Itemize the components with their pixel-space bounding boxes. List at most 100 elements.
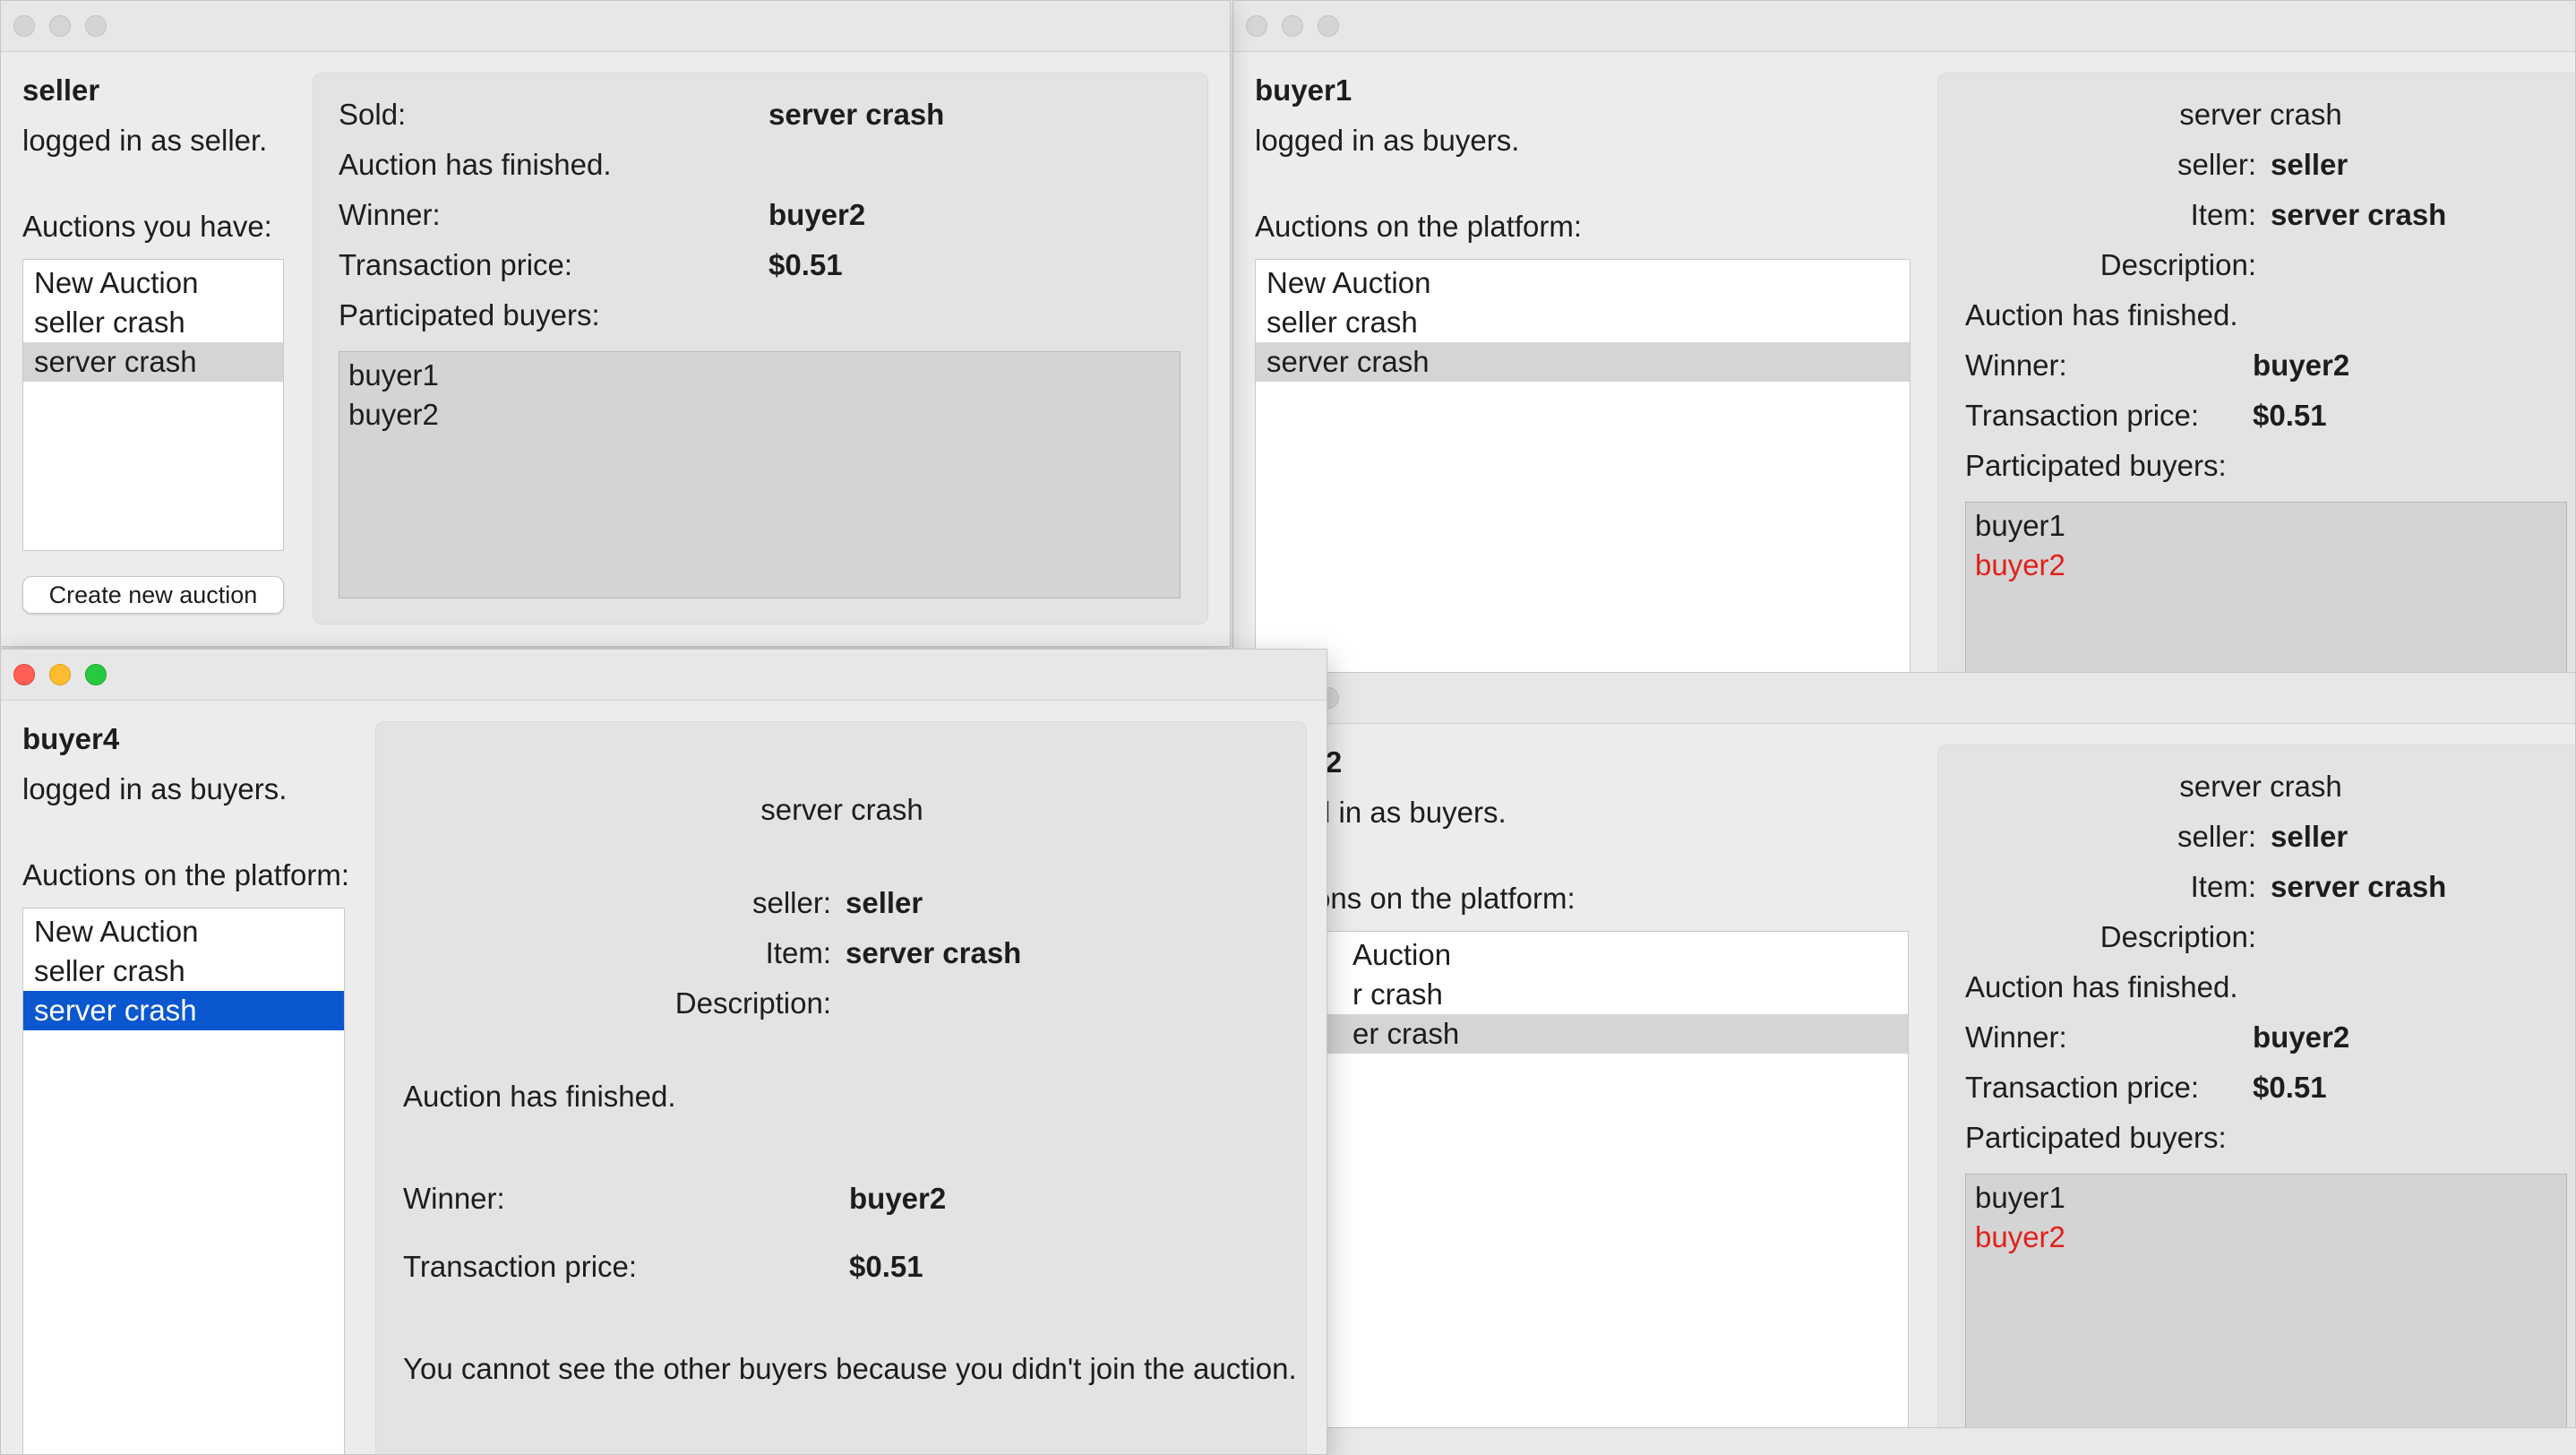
participant-item-winner: buyer2 xyxy=(1975,1220,2065,1253)
auction-title: server crash xyxy=(760,793,923,826)
price-value: $0.51 xyxy=(2253,1071,2327,1104)
login-status: d in as buyers. xyxy=(1314,796,1507,829)
auction-status: Auction has finished. xyxy=(339,148,612,181)
list-item[interactable]: seller crash xyxy=(23,303,283,342)
auction-list[interactable]: Auction r crash er crash xyxy=(1255,931,1909,1427)
winner-label: Winner: xyxy=(1965,349,2067,382)
auction-list[interactable]: New Auction seller crash server crash xyxy=(1255,259,1911,680)
close-window-button[interactable] xyxy=(1246,15,1267,37)
price-value: $0.51 xyxy=(769,248,843,281)
auction-list[interactable]: New Auction seller crash server crash xyxy=(22,908,345,1454)
seller-value: seller xyxy=(2271,820,2348,853)
participants-label: Participated buyers: xyxy=(1965,449,2227,482)
seller-label: seller: xyxy=(751,886,831,919)
winner-value: buyer2 xyxy=(769,198,866,231)
winner-value: buyer2 xyxy=(2253,349,2350,382)
description-label: Description: xyxy=(2099,920,2256,953)
participants-box: buyer1 buyer2 xyxy=(339,351,1181,598)
list-item[interactable]: seller crash xyxy=(23,951,344,991)
title-bar[interactable] xyxy=(1,1,1230,52)
item-label: Item: xyxy=(765,936,831,969)
list-item[interactable]: New Auction xyxy=(23,912,344,951)
price-label: Transaction price: xyxy=(339,248,573,281)
create-auction-button[interactable]: Create new auction xyxy=(22,576,284,614)
auction-title: server crash xyxy=(2179,98,2342,131)
participants-label: Participated buyers: xyxy=(339,298,600,331)
sold-value: server crash xyxy=(769,98,945,131)
participant-item: buyer1 xyxy=(1975,1181,2065,1214)
list-item[interactable]: seller crash xyxy=(1256,303,1910,342)
minimize-window-button[interactable] xyxy=(1282,15,1303,37)
title-bar[interactable] xyxy=(1233,673,2575,724)
zoom-window-button[interactable] xyxy=(1318,15,1339,37)
auction-list[interactable]: New Auction seller crash server crash xyxy=(22,259,284,551)
price-value: $0.51 xyxy=(2253,399,2327,432)
auction-list-label: ons on the platform: xyxy=(1314,882,1576,915)
winner-value: buyer2 xyxy=(849,1182,947,1215)
zoom-window-button[interactable] xyxy=(85,15,107,37)
description-label: Description: xyxy=(674,986,831,1020)
minimize-window-button[interactable] xyxy=(49,15,71,37)
list-item-selected[interactable]: server crash xyxy=(1256,342,1910,382)
auction-detail-panel: Sold: server crash Auction has finished.… xyxy=(313,73,1208,624)
buyer1-window: buyer1 logged in as buyers. Auctions on … xyxy=(1232,0,2576,681)
participants-box: buyer1 buyer2 xyxy=(1965,502,2567,680)
participant-item: buyer2 xyxy=(348,398,439,431)
item-label: Item: xyxy=(2190,198,2256,231)
description-label: Description: xyxy=(2099,248,2256,281)
auction-detail-panel: server crash seller: seller Item: server… xyxy=(375,721,1307,1454)
item-value: server crash xyxy=(846,936,1022,969)
login-status: logged in as buyers. xyxy=(22,772,288,805)
close-window-button[interactable] xyxy=(13,15,35,37)
auction-title: server crash xyxy=(2179,770,2342,803)
username-label: buyer4 xyxy=(22,722,120,755)
list-item[interactable]: Auction xyxy=(1256,935,1908,975)
seller-value: seller xyxy=(2271,148,2348,181)
sold-label: Sold: xyxy=(339,98,407,131)
participant-item: buyer1 xyxy=(348,358,439,392)
username-label: seller xyxy=(22,73,100,107)
login-status: logged in as buyers. xyxy=(1255,124,1520,157)
close-window-button[interactable] xyxy=(13,664,35,685)
list-item-selected[interactable]: server crash xyxy=(23,342,283,382)
price-label: Transaction price: xyxy=(1965,1071,2200,1104)
zoom-window-button[interactable] xyxy=(85,664,107,685)
seller-label: seller: xyxy=(2177,148,2256,181)
list-item-selected[interactable]: server crash xyxy=(23,991,344,1030)
list-item[interactable]: New Auction xyxy=(1256,263,1910,303)
item-value: server crash xyxy=(2271,198,2447,231)
seller-value: seller xyxy=(846,886,923,919)
auction-list-label: Auctions you have: xyxy=(22,210,272,243)
price-value: $0.51 xyxy=(849,1250,923,1283)
participants-box: buyer1 buyer2 xyxy=(1965,1174,2567,1427)
seller-label: seller: xyxy=(2177,820,2256,853)
list-item[interactable]: New Auction xyxy=(23,263,283,303)
item-value: server crash xyxy=(2271,870,2447,903)
auction-status: Auction has finished. xyxy=(1965,970,2238,1003)
no-participants-notice: You cannot see the other buyers because … xyxy=(403,1352,1297,1385)
list-item[interactable]: r crash xyxy=(1256,975,1908,1014)
auction-detail-panel: server crash seller: seller Item: server… xyxy=(1937,745,2575,1427)
participant-item-winner: buyer2 xyxy=(1975,548,2065,581)
buyer4-window: buyer4 logged in as buyers. Auctions on … xyxy=(0,649,1327,1455)
winner-label: Winner: xyxy=(1965,1020,2067,1054)
winner-label: Winner: xyxy=(403,1182,505,1215)
list-item-selected[interactable]: er crash xyxy=(1256,1014,1908,1054)
username-label: buyer1 xyxy=(1255,73,1352,107)
login-status: logged in as seller. xyxy=(22,124,268,157)
title-bar[interactable] xyxy=(1233,1,2575,52)
participants-label: Participated buyers: xyxy=(1965,1121,2227,1154)
auction-list-label: Auctions on the platform: xyxy=(1255,210,1583,243)
auction-list-label: Auctions on the platform: xyxy=(22,858,350,891)
title-bar[interactable] xyxy=(1,650,1327,701)
winner-label: Winner: xyxy=(339,198,441,231)
price-label: Transaction price: xyxy=(1965,399,2200,432)
participant-item: buyer1 xyxy=(1975,509,2065,542)
minimize-window-button[interactable] xyxy=(49,664,71,685)
auction-detail-panel: server crash seller: seller Item: server… xyxy=(1937,73,2575,680)
winner-value: buyer2 xyxy=(2253,1020,2350,1054)
price-label: Transaction price: xyxy=(403,1250,638,1283)
buyer2-window: r2 d in as buyers. ons on the platform: … xyxy=(1232,672,2576,1428)
item-label: Item: xyxy=(2190,870,2256,903)
auction-status: Auction has finished. xyxy=(1965,298,2238,331)
